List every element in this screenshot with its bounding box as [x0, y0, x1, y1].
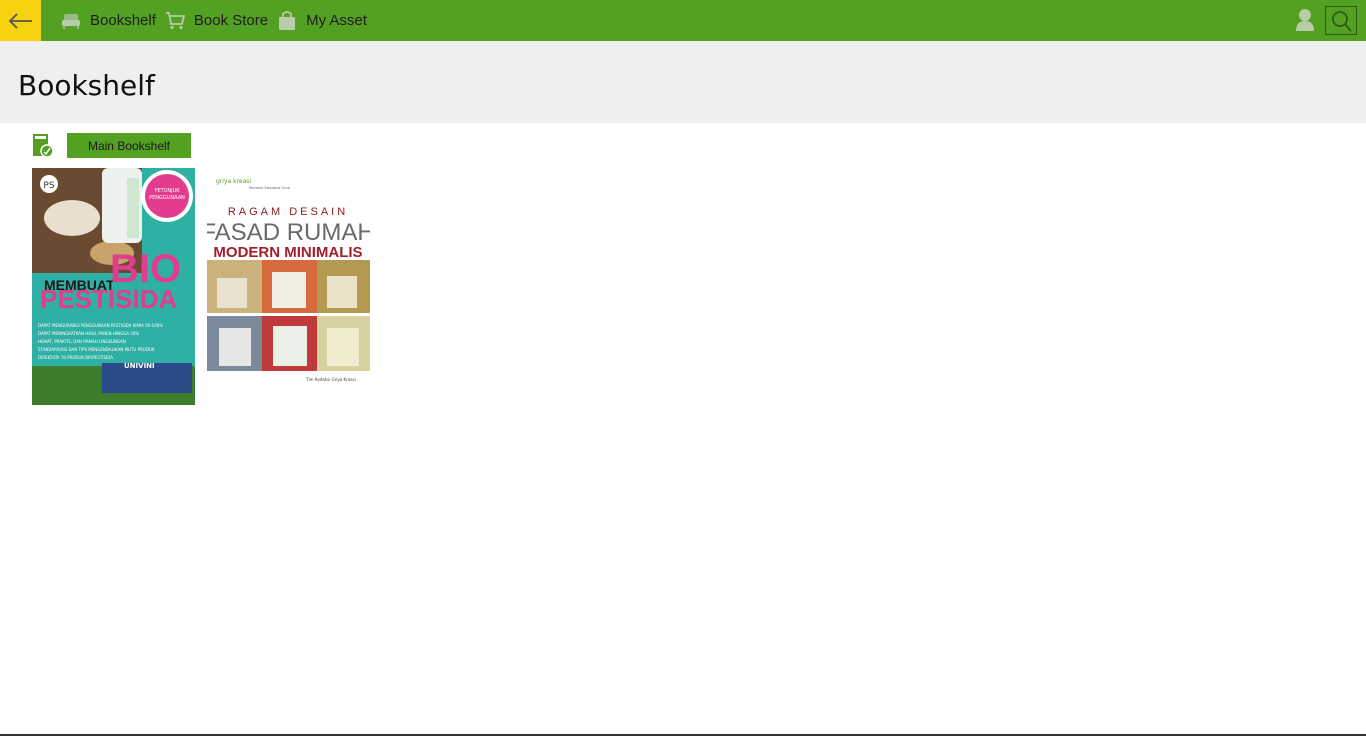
- book1-bullet: HEMAT, PRAKTIS, DAN RAMAH LINGKUNGAN: [38, 339, 126, 344]
- book1-bullet: STANDARISASI DAN TIPS MENGENDALIKAN MUTU…: [38, 347, 155, 352]
- edit-shelf-icon[interactable]: [32, 133, 54, 159]
- main-bookshelf-button[interactable]: Main Bookshelf: [67, 133, 191, 158]
- book1-bullet: DIREKTORI 78 PRODUK BIOPESTISIDA: [38, 355, 113, 360]
- search-icon: [1332, 10, 1352, 32]
- page-title: Bookshelf: [18, 69, 155, 102]
- nav-my-asset[interactable]: My Asset: [276, 0, 367, 41]
- book-cover-fasad-rumah[interactable]: griya kreasi Penebar Swadaya Grup RAGAM …: [207, 168, 370, 388]
- book1-author: UNIVINI: [124, 362, 155, 370]
- book1-bullet: DAPAT MENINGKATKAN HASIL PANEN HINGGA 30…: [38, 331, 139, 336]
- arrow-left-icon: [8, 12, 32, 29]
- cart-icon: [164, 10, 186, 32]
- nav-book-store-label: Book Store: [193, 12, 269, 29]
- search-button[interactable]: [1325, 6, 1357, 35]
- book1-publisher: PS: [43, 181, 54, 191]
- book-cover-art: PETUNJUK PENGGUNAAN PS MEMBUAT BIO PESTI…: [32, 168, 195, 405]
- back-button[interactable]: [0, 0, 41, 41]
- bag-icon: [276, 10, 298, 32]
- book2-publisher-sub: Penebar Swadaya Grup: [249, 186, 291, 190]
- book2-title-line3: MODERN MINIMALIS: [213, 244, 362, 261]
- book2-title-line2: FASAD RUMAH: [207, 219, 370, 246]
- book1-title-line3: PESTISIDA: [40, 284, 177, 314]
- svg-text:PENGGUNAAN: PENGGUNAAN: [149, 195, 185, 201]
- nav-bookshelf-label: Bookshelf: [90, 12, 156, 29]
- page-header: Bookshelf: [0, 41, 1366, 123]
- book2-author: Tim Redaksi Griya Kreasi: [305, 377, 356, 382]
- nav-bookshelf[interactable]: Bookshelf: [60, 0, 156, 41]
- sofa-icon: [60, 10, 82, 32]
- book2-title-line1: RAGAM DESAIN: [228, 206, 348, 218]
- main-nav: Bookshelf Book Store My Asset: [60, 0, 375, 41]
- nav-my-asset-label: My Asset: [306, 12, 367, 29]
- book-cover-biopestisida[interactable]: PETUNJUK PENGGUNAAN PS MEMBUAT BIO PESTI…: [32, 168, 195, 405]
- book2-publisher: griya kreasi: [216, 178, 251, 185]
- book1-bullet: DAPAT MENGURANGI PENGGUNAAN PESTISIDA KI…: [38, 323, 163, 328]
- top-app-bar: Bookshelf Book Store My Asset: [0, 0, 1366, 41]
- book-cover-art: griya kreasi Penebar Swadaya Grup RAGAM …: [207, 168, 370, 388]
- user-icon[interactable]: [1294, 8, 1316, 32]
- book1-badge: PETUNJUK: [154, 188, 180, 194]
- nav-book-store[interactable]: Book Store: [164, 0, 268, 41]
